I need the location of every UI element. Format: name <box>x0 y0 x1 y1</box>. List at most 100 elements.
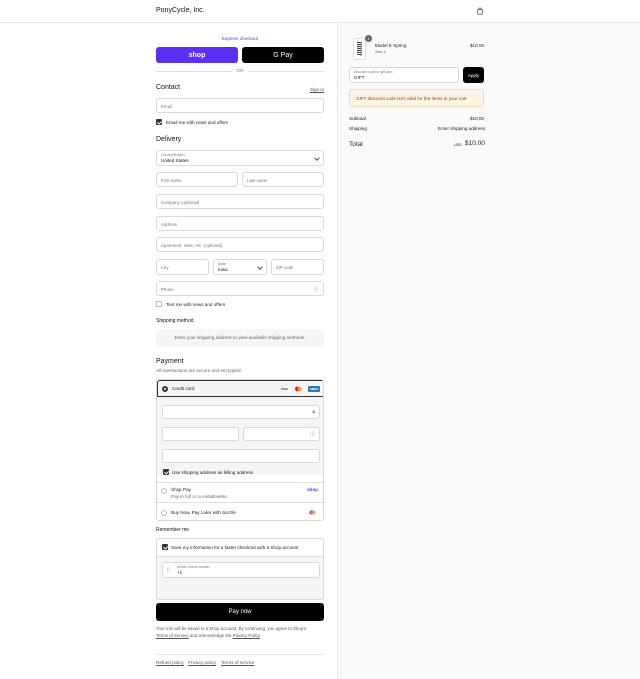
subtotal-value: $10.00 <box>470 116 485 121</box>
credit-card-label: Credit card <box>172 386 195 391</box>
country-select[interactable]: Country/Region United States <box>156 150 324 166</box>
credit-card-option[interactable]: Credit card VISA AMEX <box>157 380 323 397</box>
chevron-down-icon <box>257 264 263 270</box>
zip-field[interactable]: ZIP code <box>271 259 324 275</box>
shop-pay-option[interactable]: Shop Pay Pay in full or in installments … <box>157 482 323 502</box>
refund-policy-link[interactable]: Refund policy <box>156 660 184 665</box>
total-value: $10.00 <box>465 140 485 147</box>
first-name-placeholder: First name <box>161 178 182 183</box>
item-variant: Size 4 <box>375 50 386 54</box>
mobile-phone-field[interactable]: ▯ Mobile phone number +1 <box>162 562 320 578</box>
total-label: Total <box>349 141 363 148</box>
lock-icon: 🔒︎ <box>312 409 315 415</box>
phone-placeholder: Phone <box>161 287 174 292</box>
shop-pay-logo: shop <box>307 487 318 492</box>
zip-placeholder: ZIP code <box>276 265 294 270</box>
shopping-bag-icon[interactable] <box>476 7 484 15</box>
state-value: Iowa <box>218 267 228 272</box>
state-label: State <box>218 262 226 266</box>
brand-name[interactable]: PonyCycle, Inc. <box>156 7 205 14</box>
express-checkout-label: Express checkout <box>221 36 259 41</box>
address-placeholder: Address <box>161 222 178 227</box>
legal-mid: and acknowledge the <box>188 632 233 638</box>
payment-options: Credit card VISA AMEX 🔒︎ ⓘ Use shipping … <box>156 379 324 521</box>
card-number-field[interactable]: 🔒︎ <box>162 405 320 419</box>
order-summary-panel <box>337 23 640 679</box>
privacy-policy-link[interactable]: Privacy Policy <box>233 633 260 638</box>
visa-icon: VISA <box>280 387 288 391</box>
shipping-method-info: Enter your shipping address to view avai… <box>156 329 324 346</box>
apply-discount-button[interactable]: Apply <box>463 67 484 83</box>
terms-of-service-link[interactable]: Terms of Service <box>156 633 189 638</box>
country-label: Country/Region <box>161 153 185 157</box>
company-placeholder: Company (optional) <box>161 200 200 205</box>
text-me-checkbox[interactable] <box>156 301 162 307</box>
discount-warning: GIFT discount code isn't valid for the i… <box>349 89 484 107</box>
mobile-icon: ▯ <box>167 567 170 573</box>
spring-icon <box>356 41 363 56</box>
privacy-policy-link[interactable]: Privacy policy <box>188 660 216 665</box>
news-checkbox[interactable] <box>156 119 162 125</box>
remember-me-title: Remember me <box>156 527 190 533</box>
company-field[interactable]: Company (optional) <box>156 194 324 209</box>
discount-code-input[interactable]: Discount code or gift card GIFT <box>349 67 459 83</box>
phone-panel: ▯ Mobile phone number +1 <box>157 556 323 599</box>
name-on-card-field[interactable] <box>162 449 320 463</box>
sezzle-option[interactable]: Buy Now, Pay Later with Sezzle <box>157 502 323 520</box>
state-select[interactable]: State Iowa <box>213 259 267 275</box>
sezzle-radio[interactable] <box>161 510 167 516</box>
city-placeholder: City <box>161 265 169 270</box>
chevron-down-icon <box>314 155 320 161</box>
legal-line: Your info will be saved to a Shop accoun… <box>156 626 307 631</box>
mastercard-icon <box>294 386 303 392</box>
first-name-field[interactable]: First name <box>156 172 238 187</box>
help-icon[interactable]: ⓘ <box>310 431 315 438</box>
phone-field[interactable]: Phone ⓘ <box>156 281 324 296</box>
legal-end: . <box>259 632 261 638</box>
sezzle-label: Buy Now, Pay Later with Sezzle <box>171 510 236 515</box>
shop-pay-radio[interactable] <box>161 488 167 494</box>
total-currency: USD <box>454 143 462 147</box>
last-name-placeholder: Last name <box>247 178 268 183</box>
credit-card-radio[interactable] <box>162 386 168 392</box>
address-field[interactable]: Address <box>156 216 324 231</box>
security-code-field[interactable]: ⓘ <box>243 427 320 441</box>
item-name: Model E Spring <box>375 43 407 48</box>
shipping-value: Enter shipping address <box>438 126 485 131</box>
news-label: Email me with news and offers <box>166 120 229 125</box>
shipping-method-title: Shipping method <box>156 318 194 324</box>
apartment-field[interactable]: Apartment, suite, etc. (optional) <box>156 237 324 252</box>
contact-title: Contact <box>156 84 181 91</box>
discount-field-value: GIFT <box>354 75 365 80</box>
terms-of-service-link[interactable]: Terms of service <box>221 660 254 665</box>
shop-pay-sub: Pay in full or in installments <box>171 494 227 499</box>
amex-icon: AMEX <box>308 386 320 392</box>
legal-text: Your info will be saved to a Shop accoun… <box>156 626 324 639</box>
save-info-label: Save my information for a faster checkou… <box>171 545 299 550</box>
city-field[interactable]: City <box>156 259 209 275</box>
footer <box>156 654 324 655</box>
payment-title: Payment <box>156 358 184 365</box>
item-price: $10.00 <box>470 43 485 48</box>
apartment-placeholder: Apartment, suite, etc. (optional) <box>161 243 223 248</box>
help-icon[interactable]: ⓘ <box>314 286 319 293</box>
card-details-panel: 🔒︎ ⓘ Use shipping address as billing add… <box>157 397 323 475</box>
shop-pay-button[interactable]: shop <box>156 47 238 63</box>
billing-address-checkbox[interactable] <box>163 469 169 475</box>
pay-now-button[interactable]: Pay now <box>156 603 324 621</box>
last-name-field[interactable]: Last name <box>242 172 324 187</box>
email-field[interactable]: Email <box>156 98 324 113</box>
delivery-title: Delivery <box>156 136 182 143</box>
mobile-phone-label: Mobile phone number <box>177 565 210 569</box>
save-info-checkbox[interactable] <box>162 544 168 550</box>
remember-me-panel: Save my information for a faster checkou… <box>156 538 324 600</box>
header: PonyCycle, Inc. <box>0 0 640 23</box>
payment-subtitle: All transactions are secure and encrypte… <box>156 368 242 373</box>
product-thumbnail <box>353 38 366 60</box>
mobile-phone-value: +1 <box>177 570 183 575</box>
sign-in-link[interactable]: Sign in <box>310 87 324 92</box>
google-pay-button[interactable]: G Pay <box>242 47 324 63</box>
or-divider: OR <box>156 68 324 73</box>
expiration-field[interactable] <box>162 427 239 441</box>
shipping-label: Shipping <box>349 126 367 131</box>
